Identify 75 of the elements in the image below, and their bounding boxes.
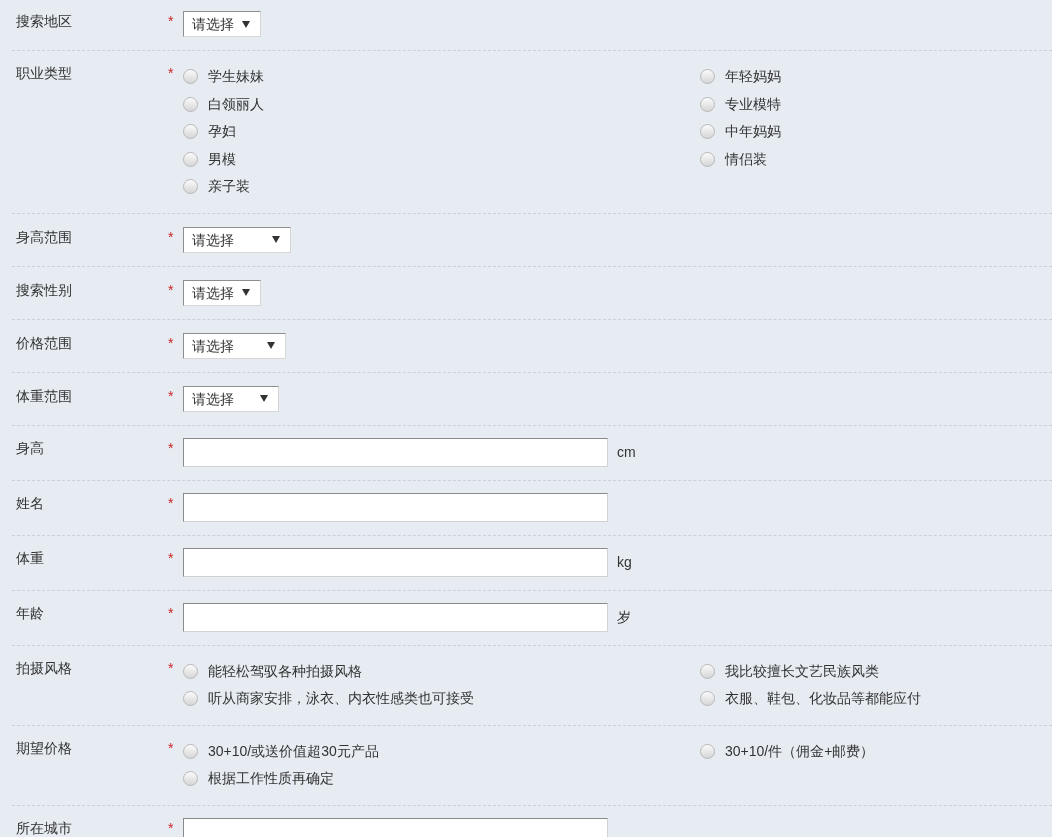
radio-button[interactable] <box>700 69 715 85</box>
radio-button[interactable] <box>700 96 715 112</box>
radio-button[interactable] <box>183 691 198 707</box>
radio-button[interactable] <box>700 151 715 167</box>
radio-button[interactable] <box>183 124 198 140</box>
option-label: 年轻妈妈 <box>725 67 781 87</box>
option-label: 根据工作性质再确定 <box>208 769 334 789</box>
field-label: 姓名 <box>15 493 45 513</box>
radio-button[interactable] <box>700 743 715 759</box>
select-dropdown[interactable]: 请选择 <box>183 11 261 37</box>
field-label: 体重 <box>15 548 45 568</box>
field-label: 体重范围 <box>15 386 73 406</box>
option-label: 30+10/件（佣金+邮费） <box>725 741 875 761</box>
option-label: 30+10/或送价值超30元产品 <box>208 741 379 761</box>
caret-icon <box>267 342 275 349</box>
radio-button[interactable] <box>700 691 715 707</box>
select-dropdown[interactable]: 请选择 <box>183 226 291 253</box>
caret-icon <box>242 20 250 28</box>
field-label: 所在城市 <box>15 818 73 837</box>
option-label: 我比较擅长文艺民族风类 <box>725 661 879 681</box>
field-label: 期望价格 <box>15 738 73 758</box>
field-label: 年龄 <box>15 603 45 623</box>
option-label: 专业模特 <box>725 94 781 114</box>
caret-icon <box>272 236 280 243</box>
radio-button[interactable] <box>700 124 715 140</box>
radio-button[interactable] <box>183 663 198 679</box>
radio-button[interactable] <box>183 151 198 167</box>
text-input[interactable] <box>183 547 608 577</box>
radio-button[interactable] <box>183 179 198 195</box>
option-label: 能轻松驾驭各种拍摄风格 <box>208 661 362 681</box>
required-mark: * <box>168 438 175 458</box>
option-label: 听从商家安排，泳衣、内衣性感类也可接受 <box>208 689 474 709</box>
text-input[interactable] <box>183 437 608 467</box>
select-dropdown[interactable]: 请选择 <box>183 385 279 412</box>
option-label: 衣服、鞋包、化妆品等都能应付 <box>725 689 921 709</box>
required-mark: * <box>168 603 175 623</box>
field-label: 拍摄风格 <box>15 658 73 678</box>
required-mark: * <box>168 818 175 837</box>
caret-icon <box>242 289 250 296</box>
radio-button[interactable] <box>183 771 198 787</box>
unit-label: cm <box>617 442 636 462</box>
option-label: 亲子装 <box>208 177 250 197</box>
option-label: 中年妈妈 <box>725 122 781 142</box>
radio-button[interactable] <box>183 96 198 112</box>
text-input[interactable] <box>183 602 608 632</box>
radio-button[interactable] <box>183 743 198 759</box>
option-label: 白领丽人 <box>208 94 264 114</box>
required-mark: * <box>168 738 175 758</box>
select-dropdown[interactable]: 请选择 <box>183 332 286 359</box>
field-label: 职业类型 <box>15 64 73 83</box>
required-mark: * <box>168 333 175 353</box>
select-dropdown[interactable]: 请选择 <box>183 279 261 306</box>
radio-button[interactable] <box>183 69 198 85</box>
option-label: 孕妇 <box>208 122 236 142</box>
required-mark: * <box>168 658 175 678</box>
required-mark: * <box>168 386 175 406</box>
required-mark: * <box>168 64 175 83</box>
unit-label: 岁 <box>617 607 631 627</box>
required-mark: * <box>168 12 175 31</box>
required-mark: * <box>168 280 175 300</box>
unit-label: kg <box>617 552 632 572</box>
required-mark: * <box>168 548 175 568</box>
radio-button[interactable] <box>700 663 715 679</box>
field-label: 搜索地区 <box>15 12 73 31</box>
field-label: 价格范围 <box>15 333 73 353</box>
text-input[interactable] <box>183 492 608 522</box>
option-label: 男模 <box>208 149 236 169</box>
field-label: 搜索性别 <box>15 280 73 300</box>
option-label: 学生妹妹 <box>208 67 264 87</box>
caret-icon <box>260 395 268 402</box>
field-label: 身高 <box>15 438 45 458</box>
option-label: 情侣装 <box>725 149 767 169</box>
field-label: 身高范围 <box>15 227 73 247</box>
required-mark: * <box>168 227 175 247</box>
required-mark: * <box>168 493 175 513</box>
